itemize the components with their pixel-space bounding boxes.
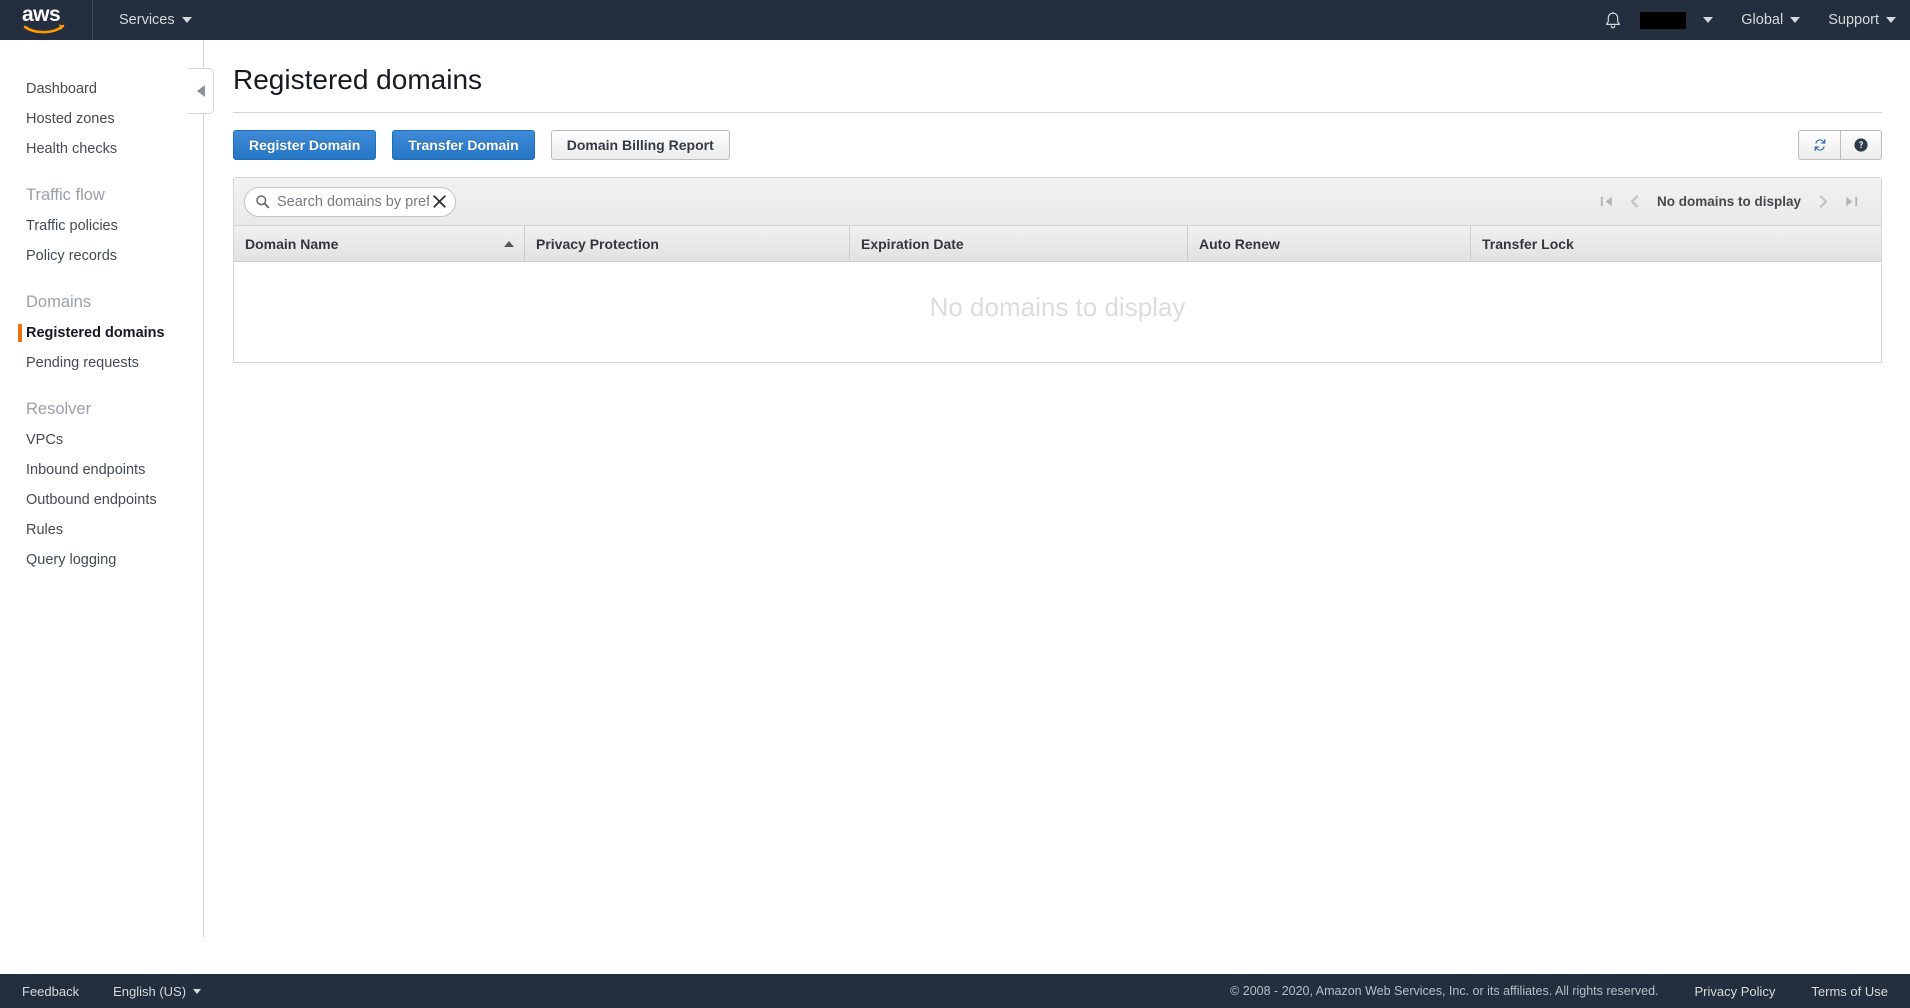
column-header-domain-name[interactable]: Domain Name — [234, 226, 524, 261]
chevron-down-icon — [1790, 17, 1801, 23]
services-menu[interactable]: Services — [107, 0, 204, 40]
help-button[interactable] — [1840, 130, 1882, 160]
account-menu[interactable] — [1632, 0, 1727, 40]
copyright-text: © 2008 - 2020, Amazon Web Services, Inc.… — [1230, 984, 1659, 998]
column-header-privacy-protection[interactable]: Privacy Protection — [524, 226, 849, 261]
next-page-button[interactable] — [1811, 189, 1835, 215]
aws-logo-smile-icon — [23, 24, 65, 34]
aws-logo[interactable]: aws — [22, 3, 70, 35]
empty-state-message: No domains to display — [929, 292, 1186, 322]
terms-of-use-link[interactable]: Terms of Use — [1811, 984, 1888, 999]
column-header-transfer-lock[interactable]: Transfer Lock — [1470, 226, 1881, 261]
close-icon — [432, 195, 446, 208]
column-header-label: Expiration Date — [861, 235, 964, 252]
notifications-button[interactable] — [1594, 0, 1632, 40]
column-header-label: Auto Renew — [1199, 235, 1280, 252]
notifications-bell-icon — [1606, 11, 1621, 28]
sidebar-item-vpcs[interactable]: VPCs — [0, 425, 203, 455]
sidebar-item-pending-requests[interactable]: Pending requests — [0, 348, 203, 378]
sidebar-collapse-button[interactable] — [188, 68, 214, 114]
sidebar-item-health-checks[interactable]: Health checks — [0, 134, 203, 164]
last-page-icon — [1845, 196, 1857, 207]
action-toolbar: Register Domain Transfer Domain Domain B… — [233, 113, 1882, 177]
sidebar-group-domains: Domains — [26, 293, 92, 311]
refresh-icon — [1814, 139, 1825, 151]
sidebar-item-list: Dashboard Hosted zones Health checks Traffi… — [0, 74, 203, 575]
first-page-icon — [1601, 196, 1613, 207]
support-menu-label: Support — [1828, 12, 1879, 28]
chevron-down-icon — [1703, 17, 1714, 23]
last-page-button[interactable] — [1839, 189, 1863, 215]
page-footer: Feedback English (US) © 2008 - 2020, Ama… — [0, 974, 1910, 1008]
previous-page-button[interactable] — [1623, 189, 1647, 215]
sidebar-item-outbound-endpoints[interactable]: Outbound endpoints — [0, 485, 203, 515]
region-menu-label: Global — [1741, 12, 1784, 28]
sidebar-item-rules[interactable]: Rules — [0, 515, 203, 545]
pagination-label: No domains to display — [1656, 194, 1801, 209]
account-name-redacted — [1640, 11, 1687, 29]
column-header-label: Domain Name — [245, 235, 339, 252]
feedback-link[interactable]: Feedback — [22, 984, 79, 999]
register-domain-button[interactable]: Register Domain — [233, 130, 377, 160]
utility-button-group — [1798, 130, 1882, 160]
help-icon — [1854, 138, 1868, 152]
first-page-button[interactable] — [1595, 189, 1619, 215]
transfer-domain-button[interactable]: Transfer Domain — [392, 130, 535, 160]
sidebar-navigation: Dashboard Hosted zones Health checks Traffi… — [0, 40, 204, 937]
sidebar-item-hosted-zones[interactable]: Hosted zones — [0, 104, 203, 134]
refresh-button[interactable] — [1798, 130, 1840, 160]
sidebar-item-policy-records[interactable]: Policy records — [0, 241, 203, 271]
chevron-left-icon — [196, 85, 205, 97]
services-menu-label: Services — [119, 12, 175, 28]
domain-billing-report-button[interactable]: Domain Billing Report — [550, 130, 730, 160]
table-toolbar: No domains to display — [234, 178, 1881, 226]
sidebar-item-dashboard[interactable]: Dashboard — [0, 74, 203, 104]
page-title: Registered domains — [233, 64, 483, 95]
search-input[interactable] — [277, 193, 429, 210]
aws-logo-wordmark: aws — [22, 3, 61, 26]
chevron-down-icon — [181, 17, 192, 23]
sidebar-item-traffic-policies[interactable]: Traffic policies — [0, 211, 203, 241]
table-header-row: Domain Name Privacy Protection Expiration … — [234, 226, 1881, 262]
chevron-down-icon — [193, 988, 202, 994]
column-header-label: Privacy Protection — [536, 235, 659, 252]
sidebar-item-registered-domains[interactable]: Registered domains — [0, 318, 203, 348]
sidebar-item-query-logging[interactable]: Query logging — [0, 545, 203, 575]
privacy-policy-link[interactable]: Privacy Policy — [1695, 984, 1776, 999]
language-selector[interactable]: English (US) — [113, 983, 202, 999]
nav-divider — [92, 0, 93, 40]
sort-ascending-icon — [504, 240, 514, 247]
chevron-down-icon — [1886, 17, 1896, 23]
search-icon — [256, 195, 270, 209]
sidebar-item-inbound-endpoints[interactable]: Inbound endpoints — [0, 455, 203, 485]
column-header-label: Transfer Lock — [1482, 235, 1574, 252]
column-header-expiration-date[interactable]: Expiration Date — [849, 226, 1187, 261]
language-selector-label: English (US) — [113, 983, 187, 999]
sidebar-group-traffic-flow: Traffic flow — [26, 186, 105, 204]
column-header-auto-renew[interactable]: Auto Renew — [1187, 226, 1470, 261]
next-page-icon — [1819, 195, 1827, 208]
top-navigation-bar: aws Services Global Support — [0, 0, 1910, 40]
top-navigation-right: Global Support — [1594, 0, 1910, 40]
region-menu[interactable]: Global — [1727, 0, 1814, 40]
search-box[interactable] — [244, 186, 456, 217]
domains-table-panel: No domains to display Domain Name Privacy… — [233, 177, 1882, 363]
previous-page-icon — [1631, 195, 1639, 208]
support-menu[interactable]: Support — [1814, 0, 1910, 40]
clear-search-button[interactable] — [429, 192, 449, 212]
sidebar-group-resolver: Resolver — [26, 400, 92, 418]
main-content: Registered domains Register Domain Trans… — [205, 40, 1910, 937]
pagination-controls: No domains to display — [1595, 189, 1871, 215]
